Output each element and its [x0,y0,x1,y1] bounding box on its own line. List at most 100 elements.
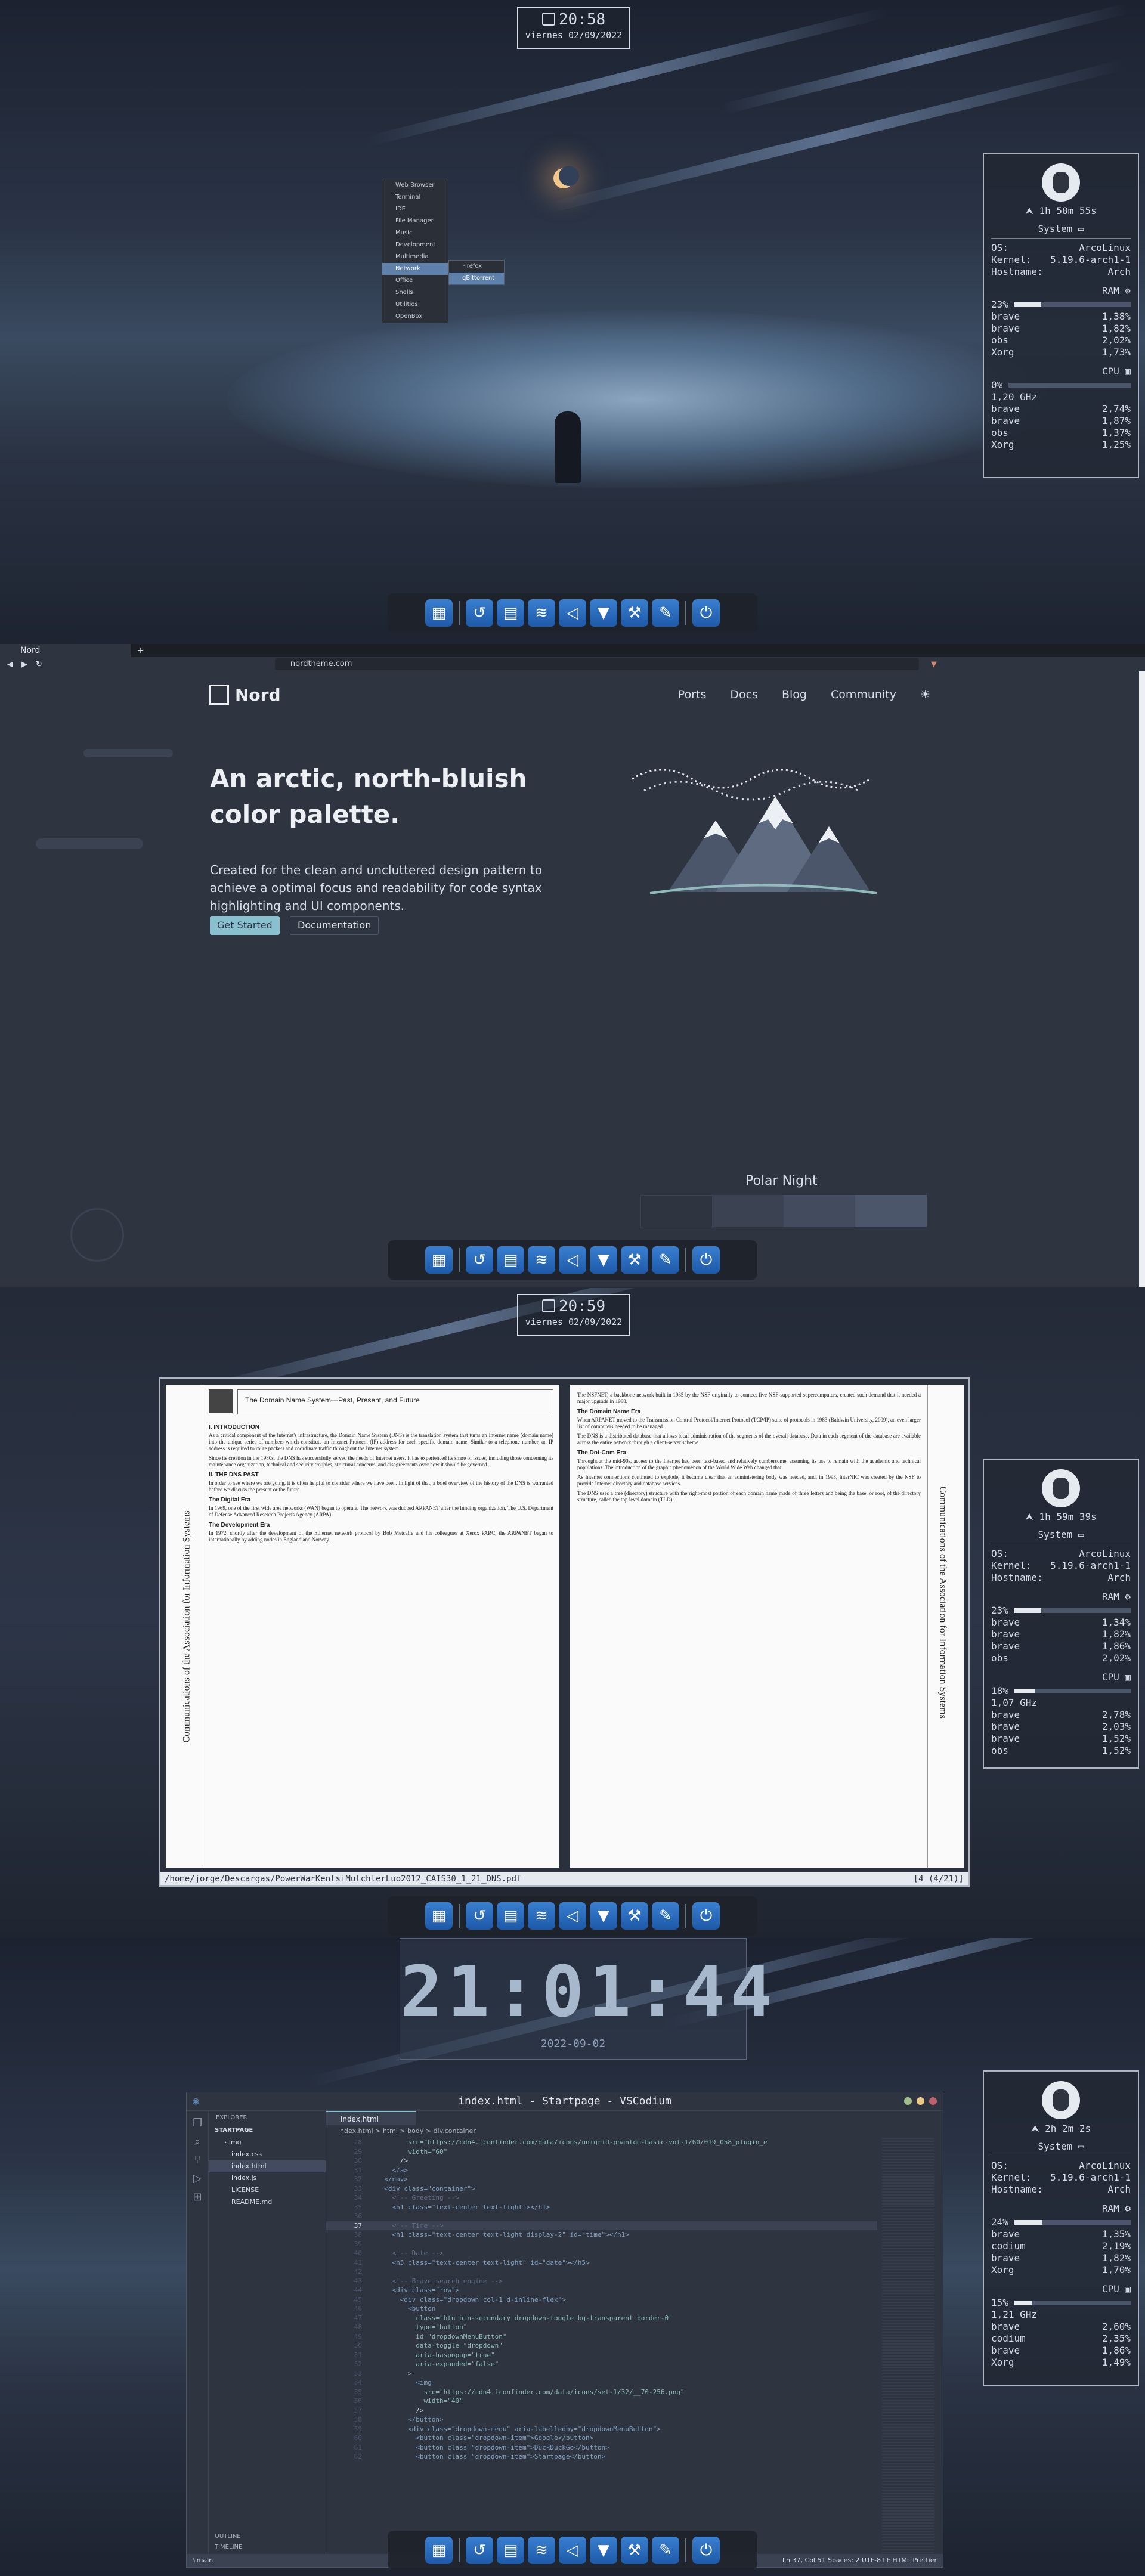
notes-icon[interactable]: ✎ [652,2537,679,2564]
hammer-icon[interactable]: ⚒ [621,1246,648,1274]
vscodium-icon[interactable]: ◁ [559,599,586,627]
run-debug-icon[interactable]: ▷ [187,2172,208,2185]
code-line[interactable]: 48 type="button" [326,2323,877,2332]
vscodium-icon[interactable]: ◁ [559,1246,586,1274]
code-line[interactable]: 52 aria-expanded="false" [326,2360,877,2369]
documentation-button[interactable]: Documentation [290,916,379,935]
code-line[interactable]: 43 <!-- Brave search engine --> [326,2277,877,2286]
code-line[interactable]: 28 src="https://cdn4.iconfinder.com/data… [326,2138,877,2147]
address-bar[interactable]: nordtheme.com [274,658,919,670]
code-line[interactable]: 54 <img [326,2378,877,2388]
outline-section[interactable]: OUTLINE [215,2533,241,2540]
media-icon[interactable]: ≋ [528,1902,555,1930]
menu-item[interactable]: Music [382,227,448,239]
color-swatch[interactable] [784,1195,855,1227]
vscodium-icon[interactable]: ◁ [559,2537,586,2564]
explorer-icon[interactable]: ❐ [187,2117,208,2129]
menu-item[interactable]: OpenBox [382,311,448,323]
get-started-button[interactable]: Get Started [210,916,280,935]
timeline-section[interactable]: TIMELINE [215,2544,242,2550]
media-icon[interactable]: ≋ [528,2537,555,2564]
forward-icon[interactable]: ▶ [21,660,27,669]
file-manager-icon[interactable]: ▤ [497,2537,524,2564]
code-line[interactable]: 46 <button [326,2304,877,2314]
tree-file[interactable]: README.md [209,2196,326,2208]
nav-docs[interactable]: Docs [730,688,758,701]
menu-item-network[interactable]: Network [382,263,448,275]
menu-item[interactable]: Multimedia [382,251,448,263]
code-line[interactable]: 42 [326,2267,877,2277]
code-line[interactable]: 34 <!-- Greeting --> [326,2193,877,2203]
breadcrumb[interactable]: index.html > html > body > div.container [326,2126,943,2137]
code-line[interactable]: 39 [326,2240,877,2249]
hammer-icon[interactable]: ⚒ [621,2537,648,2564]
code-line[interactable]: 59 <div class="dropdown-menu" aria-label… [326,2425,877,2434]
code-line[interactable]: 29 width="60" [326,2147,877,2157]
menu-item[interactable]: Utilities [382,299,448,311]
media-icon[interactable]: ≋ [528,599,555,627]
search-icon[interactable]: ⌕ [187,2135,208,2148]
code-line[interactable]: 41 <h5 class="text-center text-light" id… [326,2258,877,2268]
code-line[interactable]: 51 aria-haspopup="true" [326,2351,877,2360]
maximize-icon[interactable] [917,2097,924,2105]
editor-status[interactable]: Ln 37, Col 51 Spaces: 2 UTF-8 LF HTML Pr… [782,2554,937,2567]
code-line[interactable]: 57 /> [326,2406,877,2416]
browser-tab[interactable]: Nord [0,644,131,657]
menu-item[interactable]: Web Browser [382,179,448,191]
menu-item[interactable]: File Manager [382,215,448,227]
color-swatch[interactable] [855,1195,927,1227]
apps-grid-icon[interactable]: ▦ [425,1902,453,1930]
code-line[interactable]: 56 width="40" [326,2397,877,2406]
new-tab-icon[interactable]: + [137,646,144,655]
arcolinux-icon[interactable]: ↺ [466,599,493,627]
submenu-item[interactable]: Firefox [449,261,504,273]
code-line[interactable]: 37 <!-- Time --> [326,2221,877,2230]
arcolinux-icon[interactable]: ↺ [466,2537,493,2564]
apps-grid-icon[interactable]: ▦ [425,1246,453,1274]
code-line[interactable]: 58 </button> [326,2415,877,2425]
code-line[interactable]: 30 /> [326,2156,877,2166]
code-line[interactable]: 53 > [326,2369,877,2379]
browser-scrollbar[interactable] [1139,671,1145,1287]
nav-blog[interactable]: Blog [782,688,807,701]
source-control-icon[interactable]: ⑂ [187,2154,208,2166]
code-editor[interactable]: 28 src="https://cdn4.iconfinder.com/data… [326,2138,877,2554]
apps-grid-icon[interactable]: ▦ [425,2537,453,2564]
code-line[interactable]: 36 [326,2212,877,2221]
tree-file[interactable]: LICENSE [209,2184,326,2196]
tree-file[interactable]: index.js [209,2172,326,2184]
nord-logo[interactable]: Nord [209,685,281,705]
menu-item[interactable]: IDE [382,203,448,215]
menu-item[interactable]: Shells [382,287,448,299]
hammer-icon[interactable]: ⚒ [621,599,648,627]
color-swatch[interactable] [712,1195,784,1227]
code-line[interactable]: 49 id="dropdownMenuButton" [326,2332,877,2342]
editor-tab[interactable]: index.html [326,2111,416,2125]
power-icon[interactable]: ⏻ [692,599,720,627]
tree-file-selected[interactable]: index.html [209,2160,326,2172]
git-branch[interactable]: main [197,2554,213,2567]
back-icon[interactable]: ◀ [7,660,13,669]
minimize-icon[interactable] [904,2097,912,2105]
media-icon[interactable]: ≋ [528,1246,555,1274]
code-line[interactable]: 31 </a> [326,2166,877,2175]
file-manager-icon[interactable]: ▤ [497,1902,524,1930]
hammer-icon[interactable]: ⚒ [621,1902,648,1930]
code-line[interactable]: 47 class="btn btn-secondary dropdown-tog… [326,2314,877,2323]
menu-item[interactable]: Development [382,239,448,251]
code-line[interactable]: 45 <div class="dropdown col-1 d-inline-f… [326,2295,877,2305]
power-icon[interactable]: ⏻ [692,2537,720,2564]
tree-folder[interactable]: › img [209,2137,326,2148]
git-branch-icon[interactable]: ⑂ [193,2554,197,2567]
code-line[interactable]: 38 <h1 class="text-center text-light dis… [326,2230,877,2240]
code-line[interactable]: 33 <div class="container"> [326,2184,877,2194]
color-swatch[interactable] [640,1195,713,1228]
notes-icon[interactable]: ✎ [652,599,679,627]
brave-icon[interactable]: ▼ [590,2537,617,2564]
arcolinux-icon[interactable]: ↺ [466,1902,493,1930]
code-line[interactable]: 40 <!-- Date --> [326,2249,877,2258]
folder-root[interactable]: STARTPAGE [209,2125,326,2137]
code-line[interactable]: 62 <button class="dropdown-item">Startpa… [326,2452,877,2462]
notes-icon[interactable]: ✎ [652,1902,679,1930]
file-manager-icon[interactable]: ▤ [497,599,524,627]
